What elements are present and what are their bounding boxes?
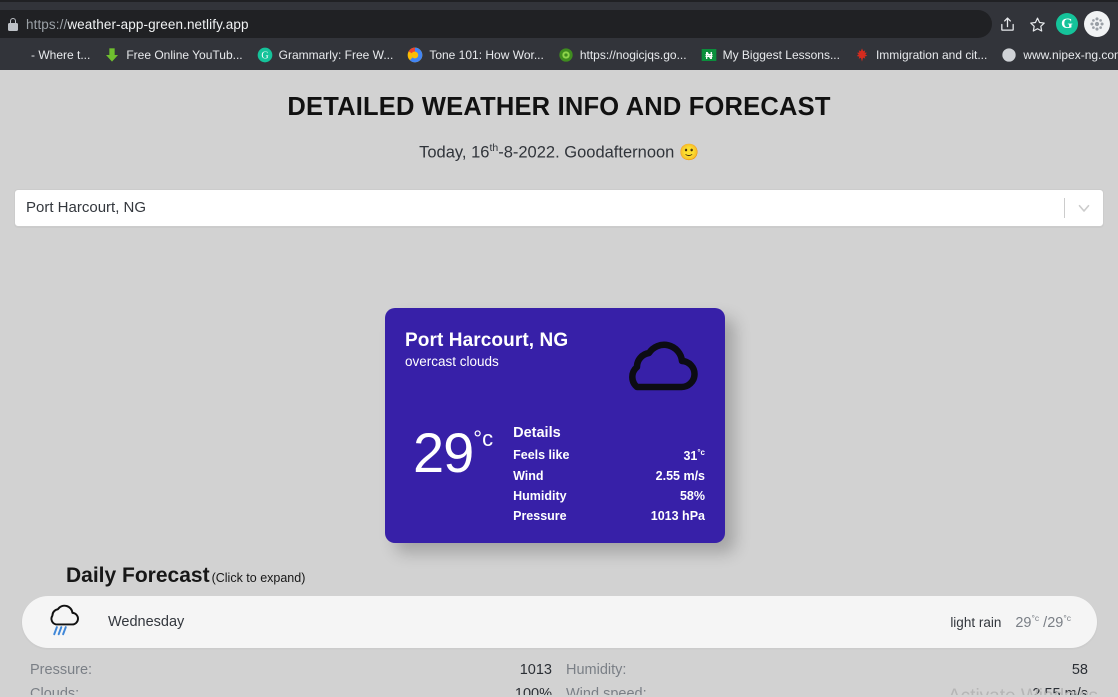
bookmark-item[interactable]: www.nipex-ng.com xyxy=(994,44,1118,66)
forecast-description: light rain xyxy=(950,614,1002,630)
card-weather-description: overcast clouds xyxy=(405,354,499,369)
detail-row-feels-like: Feels like 31°c xyxy=(513,448,705,463)
canada-leaf-icon xyxy=(854,47,870,63)
expanded-detail-humidity: Humidity: 58 xyxy=(566,662,1088,678)
expanded-key: Wind speed: xyxy=(566,686,647,695)
forecast-day-label: Wednesday xyxy=(108,614,185,630)
expanded-key: Pressure: xyxy=(30,662,93,678)
date-ordinal: th xyxy=(489,142,499,154)
greeting-line: Today, 16th-8-2022. Goodafternoon 🙂 xyxy=(0,142,1118,163)
share-icon[interactable] xyxy=(992,10,1022,38)
detail-value: 31°c xyxy=(683,448,705,464)
expanded-value: 58 xyxy=(1071,662,1088,678)
greeting-prefix: Today, 16 xyxy=(419,143,490,162)
detail-row-humidity: Humidity 58% xyxy=(513,489,705,503)
detail-label: Pressure xyxy=(513,509,567,524)
bookmark-item[interactable]: Immigration and cit... xyxy=(847,44,994,66)
detail-row-pressure: Pressure 1013 hPa xyxy=(513,509,705,523)
city-select[interactable]: Port Harcourt, NG xyxy=(14,188,1104,227)
daily-forecast-hint: (Click to expand) xyxy=(211,571,306,585)
bookmark-label: Free Online YouTub... xyxy=(126,48,243,62)
temperature-value: 29 xyxy=(413,421,474,484)
bookmark-label: www.nipex-ng.com xyxy=(1023,48,1118,62)
bookmark-label: My Biggest Lessons... xyxy=(722,48,840,62)
bookmark-label: Immigration and cit... xyxy=(875,48,988,62)
chevron-down-icon[interactable] xyxy=(1065,199,1103,217)
bookmark-label: https://nogicjqs.go... xyxy=(579,48,687,62)
browser-toolbar: https://weather-app-green.netlify.app G xyxy=(0,6,1118,42)
smiley-icon: 🙂 xyxy=(678,144,699,162)
forecast-expanded-details: Pressure: 1013 Humidity: 58 Clouds: 100%… xyxy=(30,662,1088,695)
daily-forecast-heading: Daily Forecast (Click to expand) xyxy=(66,564,305,588)
detail-label: Wind xyxy=(513,469,544,484)
forecast-temp-low: 29 xyxy=(1047,614,1064,631)
details-title: Details xyxy=(513,425,561,441)
detail-row-wind: Wind 2.55 m/s xyxy=(513,469,705,483)
card-header: Port Harcourt, NG overcast clouds xyxy=(405,330,705,401)
expanded-value: 2.55 m/s xyxy=(1032,686,1088,695)
star-icon[interactable] xyxy=(1022,10,1052,38)
profile-avatar-icon[interactable] xyxy=(1084,11,1110,37)
detail-label: Feels like xyxy=(513,448,570,462)
globe-icon xyxy=(1001,47,1017,63)
svg-text:₦: ₦ xyxy=(705,51,713,62)
overcast-cloud-icon xyxy=(613,332,705,401)
svg-text:G: G xyxy=(261,50,268,61)
bookmark-item[interactable]: https://nogicjqs.go... xyxy=(551,44,694,66)
expanded-value: 1013 xyxy=(519,662,552,678)
current-temperature: 29°c xyxy=(405,425,493,529)
detail-value: 58% xyxy=(679,489,705,504)
bookmark-label: Grammarly: Free W... xyxy=(278,48,394,62)
forecast-row[interactable]: Wednesday light rain 29°c /29°c xyxy=(22,596,1097,648)
url-text: https://weather-app-green.netlify.app xyxy=(26,17,249,32)
bookmark-item[interactable]: - Where t... xyxy=(2,44,97,66)
forecast-temp-high: 29 xyxy=(1015,614,1032,631)
detail-value: 1013 hPa xyxy=(650,509,705,524)
bookmark-label: - Where t... xyxy=(31,48,91,62)
bookmark-label: Tone 101: How Wor... xyxy=(429,48,544,62)
forecast-temperatures: 29°c /29°c xyxy=(1015,613,1071,631)
green-globe-icon xyxy=(558,47,574,63)
bookmark-item[interactable]: Free Online YouTub... xyxy=(97,44,249,66)
detail-label: Humidity xyxy=(513,489,567,504)
grammarly-extension-icon[interactable]: G xyxy=(1056,13,1078,35)
google-icon xyxy=(407,47,423,63)
naira-icon: ₦ xyxy=(701,47,717,63)
bookmarks-bar: - Where t... Free Online YouTub... G Gra… xyxy=(0,42,1118,68)
expanded-value: 100% xyxy=(514,686,552,695)
temperature-unit: °c xyxy=(473,426,494,452)
rain-cloud-icon xyxy=(46,604,82,641)
bookmark-item[interactable]: G Grammarly: Free W... xyxy=(250,44,401,66)
forecast-summary: light rain 29°c /29°c xyxy=(950,613,1071,631)
browser-chrome: https://weather-app-green.netlify.app G xyxy=(0,0,1118,70)
download-arrow-icon xyxy=(104,47,120,63)
bookmark-item[interactable]: Tone 101: How Wor... xyxy=(400,44,551,66)
weather-app-page: DETAILED WEATHER INFO AND FORECAST Today… xyxy=(0,70,1118,695)
city-select-value[interactable]: Port Harcourt, NG xyxy=(15,199,1064,216)
card-city-name: Port Harcourt, NG xyxy=(405,330,569,351)
grammarly-icon: G xyxy=(257,47,273,63)
expanded-detail-pressure: Pressure: 1013 xyxy=(30,662,552,678)
expanded-detail-clouds: Clouds: 100% xyxy=(30,686,552,695)
details-block: Details Feels like 31°c Wind 2.55 m/s Hu… xyxy=(513,425,705,529)
generic-page-icon xyxy=(9,47,25,63)
expanded-key: Clouds: xyxy=(30,686,80,695)
daily-forecast-title: Daily Forecast xyxy=(66,564,210,587)
page-title: DETAILED WEATHER INFO AND FORECAST xyxy=(287,93,831,121)
detail-unit: °c xyxy=(697,448,705,457)
card-body: 29°c Details Feels like 31°c Wind 2.55 m… xyxy=(405,425,705,529)
tab-strip[interactable] xyxy=(0,0,1118,6)
greeting-suffix: -8-2022. Goodafternoon xyxy=(498,143,675,162)
address-bar[interactable]: https://weather-app-green.netlify.app xyxy=(0,10,992,38)
url-scheme: https:// xyxy=(26,16,68,32)
detail-value: 2.55 m/s xyxy=(655,469,705,484)
current-weather-card: Port Harcourt, NG overcast clouds 29°c D… xyxy=(385,308,725,543)
expanded-detail-wind-speed: Wind speed: 2.55 m/s xyxy=(566,686,1088,695)
expanded-key: Humidity: xyxy=(566,662,627,678)
lock-icon xyxy=(7,17,19,31)
url-host: weather-app-green.netlify.app xyxy=(67,16,249,32)
bookmark-item[interactable]: ₦ My Biggest Lessons... xyxy=(694,44,847,66)
